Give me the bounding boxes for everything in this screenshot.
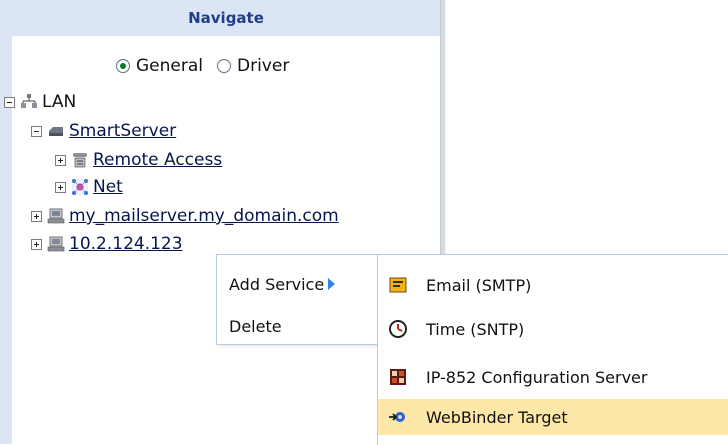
tree-label-ip-host[interactable]: 10.2.124.123: [69, 234, 183, 254]
time-sntp-label: Time (SNTP): [426, 319, 525, 339]
expand-remote-access-icon[interactable]: [55, 154, 66, 166]
net-icon: [72, 179, 88, 195]
target-icon: [389, 412, 405, 422]
tree-label-net[interactable]: Net: [93, 177, 123, 197]
navigate-title: Navigate: [188, 9, 264, 27]
clock-icon: [389, 320, 407, 338]
add-service-label: Add Service: [229, 274, 325, 294]
webbinder-target-menu-item[interactable]: WebBinder Target: [378, 399, 728, 435]
submenu-arrow-icon: [328, 278, 336, 290]
computer-icon: [47, 236, 65, 252]
email-icon: [389, 277, 407, 293]
phone-icon: [73, 153, 87, 168]
general-radio[interactable]: [116, 59, 130, 73]
tree-label-smartserver[interactable]: SmartServer: [69, 121, 176, 141]
server-icon: [390, 369, 406, 385]
delete-label: Delete: [229, 316, 282, 336]
expand-ip-host-icon[interactable]: [31, 238, 42, 250]
ip852-config-server-menu-item[interactable]: IP-852 Configuration Server: [378, 359, 728, 395]
server-device-icon: [49, 127, 63, 136]
expand-net-icon[interactable]: [55, 181, 66, 193]
add-service-menu-item[interactable]: Add Service: [217, 269, 378, 299]
email-smtp-label: Email (SMTP): [426, 275, 532, 295]
tree-label-mailserver[interactable]: my_mailserver.my_domain.com: [69, 206, 339, 226]
delete-menu-item[interactable]: Delete: [217, 311, 378, 341]
driver-radio[interactable]: [217, 59, 231, 73]
general-radio-label[interactable]: General: [136, 56, 203, 76]
email-smtp-menu-item[interactable]: Email (SMTP): [378, 267, 728, 303]
tree-label-lan[interactable]: LAN: [42, 92, 76, 112]
tree-node-remote-access[interactable]: Remote Access: [55, 149, 222, 171]
panel-edge: [0, 0, 12, 444]
navigate-header: Navigate: [12, 0, 440, 36]
tree-node-net[interactable]: Net: [55, 176, 123, 198]
tree-node-lan[interactable]: LAN: [4, 91, 76, 113]
collapse-lan-icon[interactable]: [4, 96, 15, 108]
tree-node-ip-host[interactable]: 10.2.124.123: [31, 233, 183, 255]
time-sntp-menu-item[interactable]: Time (SNTP): [378, 311, 728, 347]
computer-icon: [47, 208, 65, 224]
navigate-panel: Navigate General Driver LAN SmartServer: [0, 0, 440, 444]
driver-radio-label[interactable]: Driver: [237, 56, 289, 76]
tree-label-remote-access[interactable]: Remote Access: [93, 150, 222, 170]
tree-node-smartserver[interactable]: SmartServer: [31, 120, 176, 142]
view-mode-radio-group: General Driver: [116, 56, 299, 76]
tree-node-mailserver[interactable]: my_mailserver.my_domain.com: [31, 205, 339, 227]
ip852-config-server-label: IP-852 Configuration Server: [426, 367, 648, 387]
context-menu: Add Service Delete: [216, 254, 379, 345]
expand-mailserver-icon[interactable]: [31, 210, 42, 222]
webbinder-target-label: WebBinder Target: [426, 407, 568, 427]
collapse-smartserver-icon[interactable]: [31, 125, 42, 137]
add-service-submenu: Email (SMTP) Time (SNTP) IP-852 Configur…: [377, 254, 728, 445]
network-icon: [21, 94, 37, 108]
